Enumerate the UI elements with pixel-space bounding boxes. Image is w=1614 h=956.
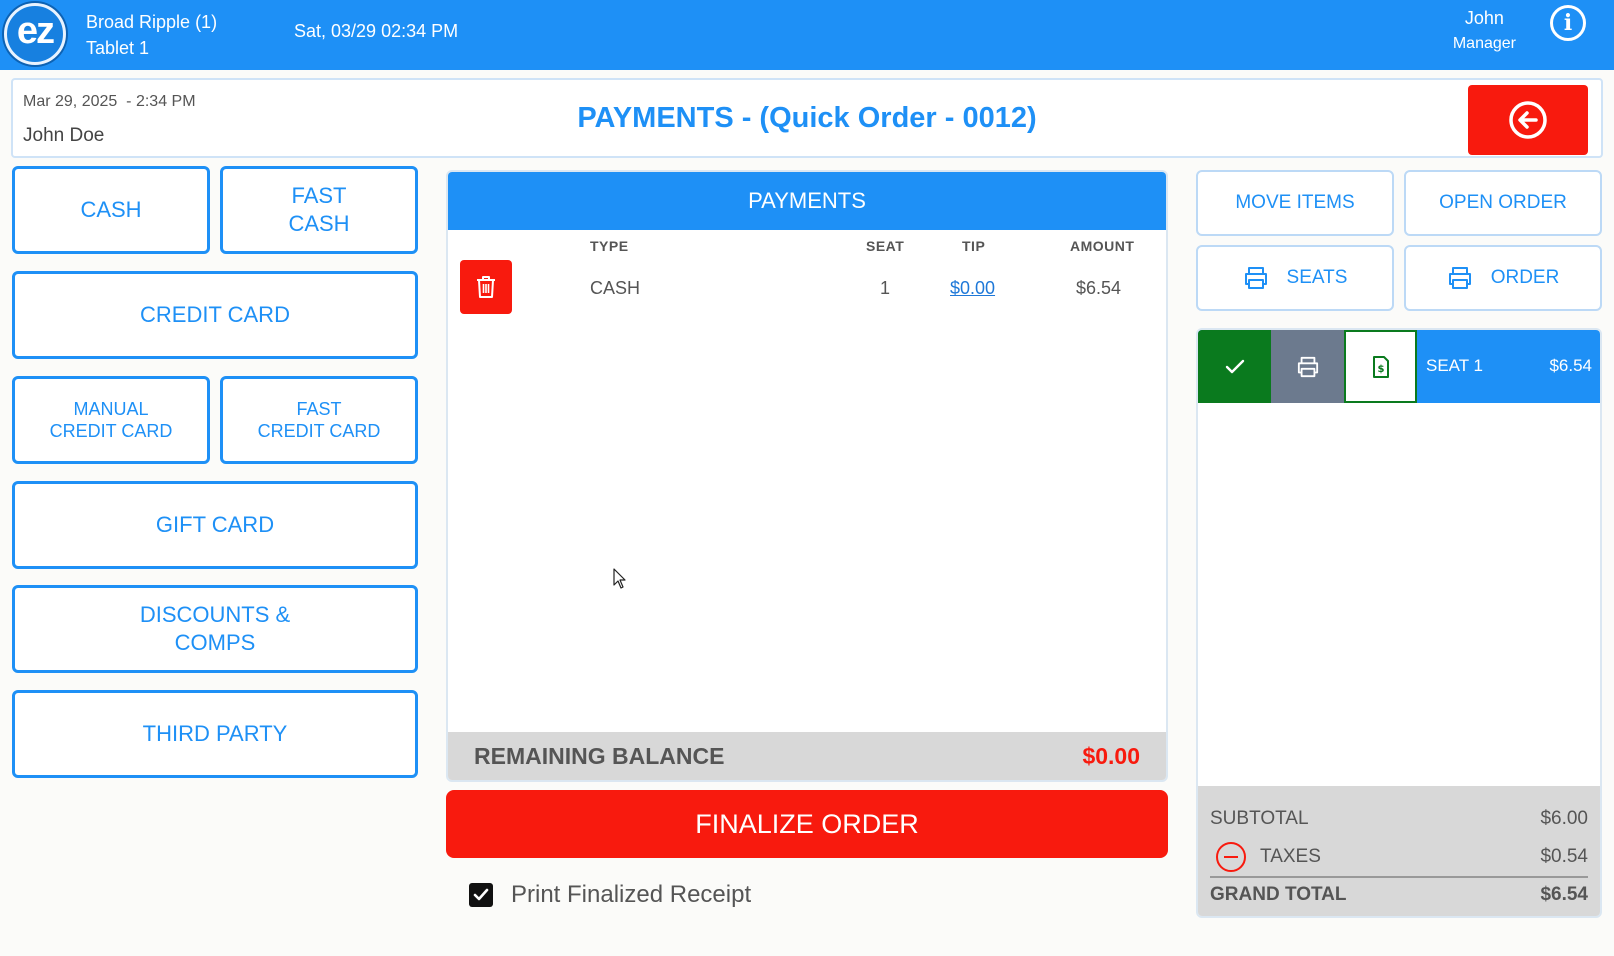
seat-select-button[interactable] <box>1198 330 1271 403</box>
page-title: PAYMENTS - (Quick Order - 0012) <box>577 102 1037 134</box>
location-name: Broad Ripple (1) <box>86 12 218 32</box>
taxes-value: $0.54 <box>1540 846 1588 867</box>
payments-panel: PAYMENTS TYPE SEAT TIP AMOUNT CASH 1 $0.… <box>446 170 1168 782</box>
print-seats-label: SEATS <box>1286 267 1348 288</box>
print-seats-button[interactable]: SEATS <box>1196 245 1394 311</box>
logo-text: ez <box>16 9 55 52</box>
fast-credit-card-button[interactable]: FAST CREDIT CARD <box>220 376 418 464</box>
remaining-balance-value: $0.00 <box>1082 743 1140 769</box>
payment-seat: 1 <box>880 278 891 298</box>
seat-amount: $6.54 <box>1549 356 1592 375</box>
printer-icon <box>1448 267 1471 289</box>
credit-card-button[interactable]: CREDIT CARD <box>12 271 418 359</box>
column-seat: SEAT <box>866 238 905 254</box>
print-order-label: ORDER <box>1490 267 1560 288</box>
fast-cash-button[interactable]: FAST CASH <box>220 166 418 254</box>
order-totals: SUBTOTAL $6.00 TAXES $0.54 GRAND TOTAL $… <box>1198 786 1600 916</box>
grand-total-value: $6.54 <box>1540 884 1588 905</box>
check-icon <box>473 888 489 901</box>
order-header: Mar 29, 2025 - 2:34 PM John Doe PAYMENTS… <box>11 78 1603 158</box>
payment-row: CASH 1 $0.00 $6.54 <box>448 260 1166 316</box>
back-button[interactable] <box>1468 85 1588 155</box>
location-info: Broad Ripple (1) Tablet 1 <box>86 9 217 61</box>
print-receipt-checkbox[interactable] <box>469 883 493 907</box>
finalize-order-button[interactable]: FINALIZE ORDER <box>446 790 1168 858</box>
current-datetime: Sat, 03/29 02:34 PM <box>294 21 459 41</box>
svg-text:$: $ <box>1377 364 1384 375</box>
print-order-button[interactable]: ORDER <box>1404 245 1602 311</box>
seats-panel: $ SEAT 1 $6.54 SUBTOTAL $6.00 TAXES $0.5… <box>1196 328 1602 918</box>
seat-print-button[interactable] <box>1271 330 1344 403</box>
column-type: TYPE <box>590 238 629 254</box>
device-name: Tablet 1 <box>86 38 150 58</box>
totals-divider <box>1210 876 1588 878</box>
printer-icon <box>1297 356 1318 377</box>
delete-payment-button[interactable] <box>460 260 512 314</box>
discounts-comps-button[interactable]: DISCOUNTS & COMPS <box>12 585 418 673</box>
info-icon[interactable]: i <box>1550 5 1586 41</box>
open-order-label: OPEN ORDER <box>1439 192 1567 213</box>
subtotal-value: $6.00 <box>1540 808 1588 829</box>
grand-total-label: GRAND TOTAL <box>1210 884 1347 905</box>
top-bar: ez Broad Ripple (1) Tablet 1 Sat, 03/29 … <box>0 0 1614 70</box>
check-icon <box>1225 359 1244 373</box>
column-amount: AMOUNT <box>1070 238 1135 254</box>
payments-header: PAYMENTS <box>448 172 1166 230</box>
app-logo: ez <box>4 3 66 65</box>
manual-credit-card-button[interactable]: MANUAL CREDIT CARD <box>12 376 210 464</box>
column-tip: TIP <box>962 238 986 254</box>
payment-amount: $6.54 <box>1076 278 1122 298</box>
trash-icon <box>477 276 495 298</box>
remaining-balance-label: REMAINING BALANCE <box>474 743 725 769</box>
seat-row[interactable]: $ SEAT 1 $6.54 <box>1198 330 1600 403</box>
move-items-label: MOVE ITEMS <box>1235 192 1355 213</box>
move-items-button[interactable]: MOVE ITEMS <box>1196 170 1394 236</box>
third-party-button[interactable]: THIRD PARTY <box>12 690 418 778</box>
receipt-icon: $ <box>1372 355 1389 378</box>
open-order-button[interactable]: OPEN ORDER <box>1404 170 1602 236</box>
user-role: Manager <box>1452 35 1516 52</box>
payment-tip-link[interactable]: $0.00 <box>950 278 995 299</box>
subtotal-label: SUBTOTAL <box>1210 808 1309 829</box>
arrow-left-circle-icon <box>1509 101 1547 139</box>
gift-card-button[interactable]: GIFT CARD <box>12 481 418 569</box>
seat-label: SEAT 1 <box>1426 356 1484 375</box>
printer-icon <box>1244 267 1267 289</box>
cash-button[interactable]: CASH <box>12 166 210 254</box>
payment-type: CASH <box>590 278 641 298</box>
taxes-label: TAXES <box>1260 846 1321 867</box>
user-info[interactable]: John Manager <box>1453 6 1516 56</box>
mouse-cursor-icon <box>613 568 626 589</box>
seat-receipt-button[interactable]: $ <box>1344 330 1417 403</box>
user-name: John <box>1464 8 1504 28</box>
print-receipt-label[interactable]: Print Finalized Receipt <box>511 881 751 909</box>
remove-tax-icon[interactable] <box>1216 842 1246 872</box>
remaining-balance-bar: REMAINING BALANCE $0.00 <box>448 732 1166 780</box>
